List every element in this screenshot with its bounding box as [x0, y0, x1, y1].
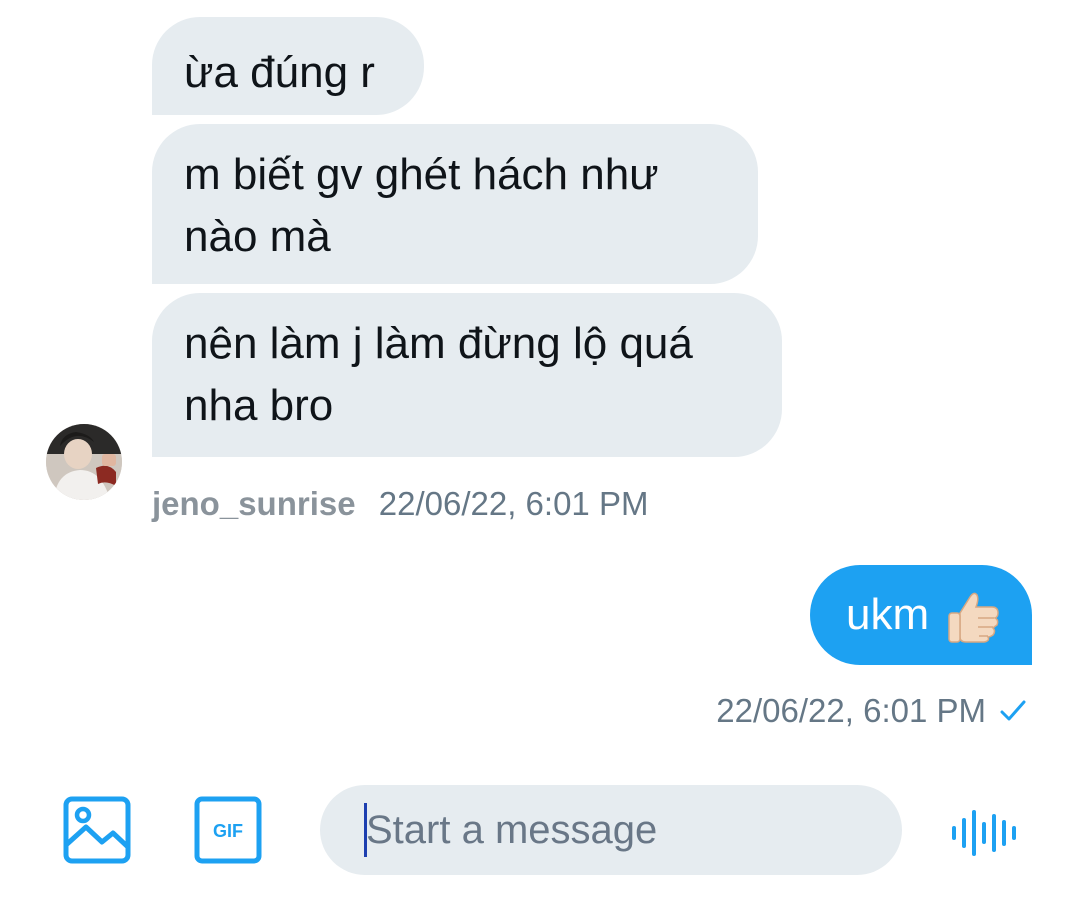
avatar-photo-icon: [46, 424, 122, 500]
incoming-message-bubble[interactable]: nên làm j làm đừng lộ quá nha bro: [152, 293, 782, 457]
checkmark-icon: [1000, 700, 1026, 721]
outgoing-message-bubble[interactable]: ukm: [810, 565, 1032, 665]
text-caret: [364, 803, 367, 857]
message-input[interactable]: [366, 785, 866, 875]
incoming-message-meta: jeno_sunrise 22/06/22, 6:01 PM: [152, 482, 648, 526]
message-composer[interactable]: [320, 785, 902, 875]
add-photo-button[interactable]: [62, 795, 132, 865]
thumbs-up-icon: [948, 592, 999, 643]
incoming-message-bubble[interactable]: m biết gv ghét hách như nào mà: [152, 124, 758, 284]
message-text: nên làm j làm đừng lộ quá nha bro: [184, 319, 693, 430]
voice-waveform-icon: [952, 810, 1016, 856]
message-text: ukm: [846, 590, 930, 639]
gif-label: GIF: [213, 821, 243, 841]
sender-username[interactable]: jeno_sunrise: [152, 485, 356, 522]
voice-message-button[interactable]: [948, 808, 1024, 858]
gif-icon: GIF: [194, 796, 262, 864]
image-icon: [63, 796, 131, 864]
message-text: ừa đúng r: [184, 48, 375, 97]
message-timestamp: 22/06/22, 6:01 PM: [378, 485, 649, 522]
add-gif-button[interactable]: GIF: [193, 795, 263, 865]
outgoing-message-meta: 22/06/22, 6:01 PM: [716, 689, 1028, 733]
message-text: m biết gv ghét hách như nào mà: [184, 150, 659, 261]
message-timestamp: 22/06/22, 6:01 PM: [716, 692, 986, 729]
avatar[interactable]: [46, 424, 122, 500]
incoming-message-bubble[interactable]: ừa đúng r: [152, 17, 424, 115]
